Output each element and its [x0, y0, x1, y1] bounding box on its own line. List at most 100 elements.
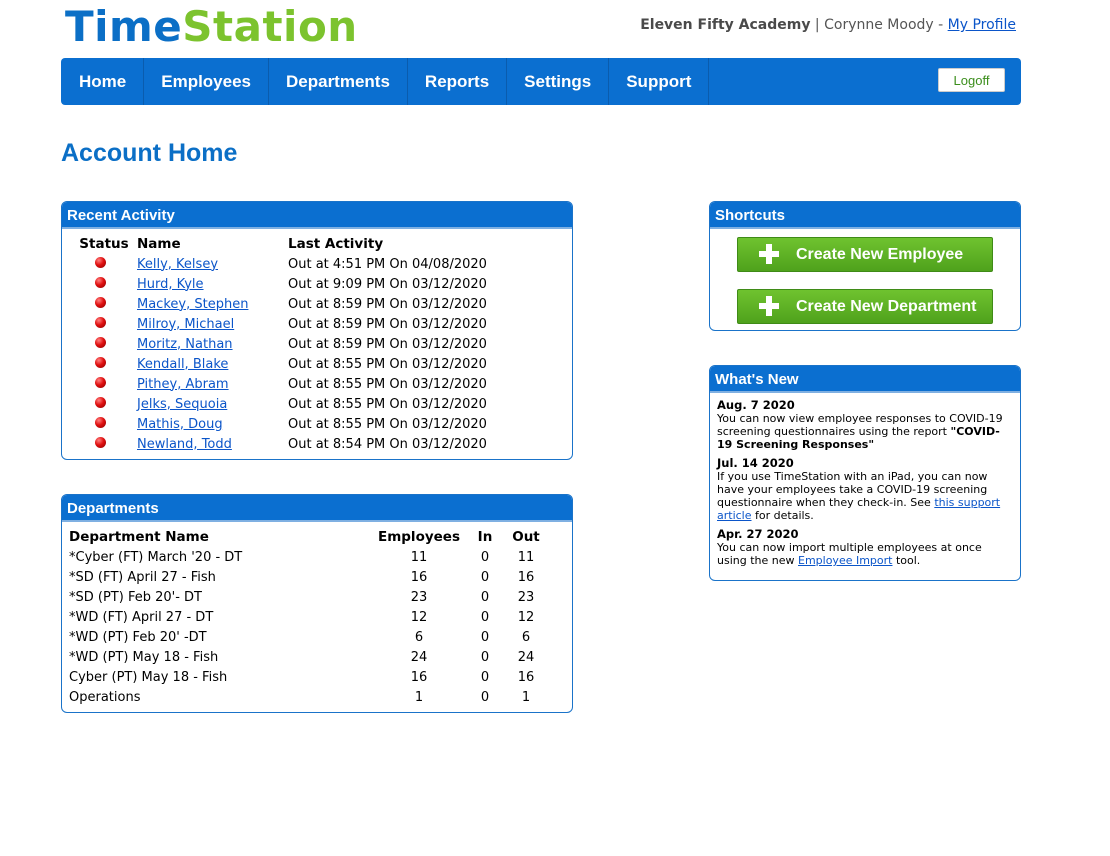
employee-name-link[interactable]: Kendall, Blake — [137, 357, 228, 372]
table-row: Moritz, Nathan Out at 8:59 PM On 03/12/20… — [74, 334, 548, 354]
nav-employees[interactable]: Employees — [144, 58, 269, 105]
department-name-cell: Operations — [69, 689, 141, 705]
status-out-icon — [94, 436, 106, 448]
department-name-cell: *SD (FT) April 27 - Fish — [69, 569, 216, 585]
status-out-icon — [94, 356, 106, 368]
last-activity-cell: Out at 8:59 PM On 03/12/2020 — [288, 336, 487, 352]
table-row: *SD (PT) Feb 20'- DT 23 0 23 — [69, 587, 546, 607]
logoff-button[interactable]: Logoff — [938, 68, 1005, 92]
table-row: *WD (PT) May 18 - Fish 24 0 24 — [69, 647, 546, 667]
status-out-icon — [94, 256, 106, 268]
organization-name: Eleven Fifty Academy — [640, 17, 811, 33]
nav-home[interactable]: Home — [61, 58, 145, 105]
employees-count-cell: 11 — [410, 549, 428, 565]
nav-support[interactable]: Support — [609, 58, 710, 105]
table-row: Newland, Todd Out at 8:54 PM On 03/12/202… — [74, 434, 548, 454]
create-new-department-button[interactable]: Create New Department — [737, 289, 993, 324]
status-cell — [74, 314, 134, 334]
name-cell: Milroy, Michael — [134, 314, 288, 334]
employees-count-cell: 23 — [410, 589, 428, 605]
news-item: Aug. 7 2020 You can now view employee re… — [717, 398, 1012, 452]
last-activity-cell: Out at 8:55 PM On 03/12/2020 — [288, 416, 487, 432]
out-count-cell: 12 — [517, 609, 535, 625]
table-row: Hurd, Kyle Out at 9:09 PM On 03/12/2020 — [74, 274, 548, 294]
status-out-icon — [94, 296, 106, 308]
news-text: You can now view employee responses to C… — [717, 412, 1012, 451]
my-profile-link[interactable]: My Profile — [948, 17, 1016, 33]
news-date: Jul. 14 2020 — [717, 456, 794, 470]
in-count-cell: 0 — [480, 649, 490, 665]
shortcuts-title: Shortcuts — [710, 202, 1020, 229]
news-item: Apr. 27 2020 You can now import multiple… — [717, 527, 1012, 568]
table-row: Cyber (PT) May 18 - Fish 16 0 16 — [69, 667, 546, 687]
out-count-cell: 11 — [517, 549, 535, 565]
column-header-out: Out — [512, 529, 540, 545]
page-title: Account Home — [61, 139, 238, 167]
employees-count-cell: 16 — [410, 669, 428, 685]
employee-name-link[interactable]: Milroy, Michael — [137, 317, 234, 332]
table-row: *WD (PT) Feb 20' -DT 6 0 6 — [69, 627, 546, 647]
table-row: Operations 1 0 1 — [69, 687, 546, 707]
in-count-cell: 0 — [480, 549, 490, 565]
status-cell — [74, 354, 134, 374]
out-count-cell: 16 — [517, 569, 535, 585]
status-cell — [74, 434, 134, 454]
news-item: Jul. 14 2020 If you use TimeStation with… — [717, 456, 1012, 523]
employee-name-link[interactable]: Newland, Todd — [137, 437, 232, 452]
table-row: *SD (FT) April 27 - Fish 16 0 16 — [69, 567, 546, 587]
news-date: Aug. 7 2020 — [717, 398, 795, 412]
in-count-cell: 0 — [480, 609, 490, 625]
news-list: Aug. 7 2020 You can now view employee re… — [710, 393, 1020, 568]
employee-name-link[interactable]: Mathis, Doug — [137, 417, 223, 432]
status-out-icon — [94, 416, 106, 428]
department-name-cell: *SD (PT) Feb 20'- DT — [69, 589, 202, 605]
last-activity-cell: Out at 8:59 PM On 03/12/2020 — [288, 296, 487, 312]
table-row: Mackey, Stephen Out at 8:59 PM On 03/12/2… — [74, 294, 548, 314]
column-header-in: In — [477, 529, 493, 545]
whats-new-title: What's New — [710, 366, 1020, 393]
employee-name-link[interactable]: Mackey, Stephen — [137, 297, 248, 312]
in-count-cell: 0 — [480, 569, 490, 585]
nav-reports[interactable]: Reports — [408, 58, 508, 105]
table-row: Kendall, Blake Out at 8:55 PM On 03/12/20… — [74, 354, 548, 374]
last-activity-cell: Out at 8:59 PM On 03/12/2020 — [288, 316, 487, 332]
out-count-cell: 16 — [517, 669, 535, 685]
status-cell — [74, 334, 134, 354]
plus-icon — [758, 294, 784, 320]
employee-name-link[interactable]: Kelly, Kelsey — [137, 257, 218, 272]
departments-table: Department Name Employees In Out *Cyber … — [69, 527, 546, 707]
table-row: Mathis, Doug Out at 8:55 PM On 03/12/2020 — [74, 414, 548, 434]
employee-name-link[interactable]: Moritz, Nathan — [137, 337, 233, 352]
table-row: Jelks, Sequoia Out at 8:55 PM On 03/12/20… — [74, 394, 548, 414]
news-date: Apr. 27 2020 — [717, 527, 799, 541]
status-cell — [74, 394, 134, 414]
nav-settings[interactable]: Settings — [507, 58, 610, 105]
status-out-icon — [94, 316, 106, 328]
in-count-cell: 0 — [480, 629, 490, 645]
employee-import-link[interactable]: Employee Import — [798, 554, 892, 567]
name-cell: Mackey, Stephen — [134, 294, 288, 314]
out-count-cell: 24 — [517, 649, 535, 665]
name-cell: Kendall, Blake — [134, 354, 288, 374]
last-activity-cell: Out at 8:54 PM On 03/12/2020 — [288, 436, 487, 452]
in-count-cell: 0 — [480, 689, 490, 705]
nav-departments[interactable]: Departments — [269, 58, 408, 105]
employees-count-cell: 1 — [414, 689, 424, 705]
timestation-logo[interactable]: TimeStation — [65, 4, 358, 50]
table-row: *WD (FT) April 27 - DT 12 0 12 — [69, 607, 546, 627]
logo-time: Time — [65, 2, 183, 51]
employee-name-link[interactable]: Hurd, Kyle — [137, 277, 204, 292]
employee-name-link[interactable]: Pithey, Abram — [137, 377, 229, 392]
create-new-employee-button[interactable]: Create New Employee — [737, 237, 993, 272]
user-name: Corynne Moody - — [824, 17, 948, 33]
last-activity-cell: Out at 8:55 PM On 03/12/2020 — [288, 396, 487, 412]
recent-activity-panel: Recent Activity Status Name Last Activit… — [61, 201, 573, 460]
name-cell: Moritz, Nathan — [134, 334, 288, 354]
last-activity-cell: Out at 8:55 PM On 03/12/2020 — [288, 356, 487, 372]
column-header-status: Status — [79, 236, 129, 252]
table-row: Kelly, Kelsey Out at 4:51 PM On 04/08/202… — [74, 254, 548, 274]
department-name-cell: Cyber (PT) May 18 - Fish — [69, 669, 228, 685]
employee-name-link[interactable]: Jelks, Sequoia — [137, 397, 227, 412]
departments-panel: Departments Department Name Employees In… — [61, 494, 573, 713]
name-cell: Pithey, Abram — [134, 374, 288, 394]
